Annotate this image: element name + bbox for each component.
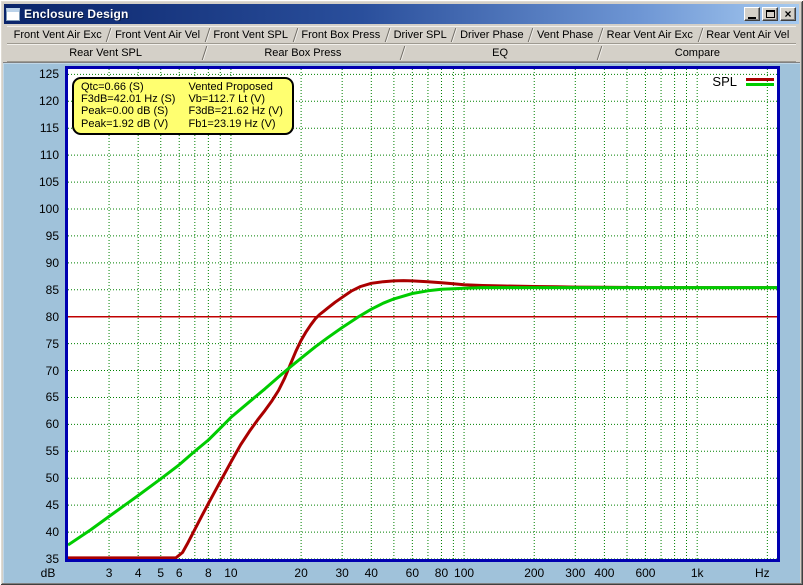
window-title: Enclosure Design (24, 7, 740, 21)
y-tick-110: 110 (40, 148, 59, 162)
annotation-line: Peak=0.00 dB (S) (81, 105, 175, 117)
y-axis-labels: 125 120 115 110 105 100 95 90 85 80 75 70 65 60 55 50 45… (3, 63, 61, 584)
close-button[interactable]: × (780, 7, 796, 21)
annotation-line: F3dB=42.01 Hz (S) (81, 93, 175, 105)
annotation-line: Peak=1.92 dB (V) (81, 118, 175, 130)
y-tick-85: 85 (46, 283, 59, 297)
y-tick-80: 80 (46, 310, 59, 324)
graph-tab-strip: Front Vent Air ExcFront Vent Air VelFron… (3, 26, 800, 62)
tab-front-box-press[interactable]: Front Box Press (295, 26, 387, 44)
x-tick-1k: 1k (691, 566, 704, 580)
x-tick-6: 6 (176, 566, 183, 580)
spl-chart-plot: SPL Qtc=0.66 (S)F3dB=42.01 Hz (S)Peak=0.… (65, 66, 780, 562)
maximize-icon (766, 10, 775, 18)
x-axis-unit: Hz (755, 566, 770, 580)
tab-row-1: Front Vent Air ExcFront Vent Air VelFron… (3, 26, 800, 44)
annotation-line: Vb=112.7 Lt (V) (188, 93, 282, 105)
minimize-button[interactable] (744, 7, 760, 21)
x-tick-60: 60 (406, 566, 419, 580)
curve-sealed-s- (68, 288, 777, 545)
titlebar[interactable]: Enclosure Design × (4, 4, 799, 24)
tab-front-vent-air-vel[interactable]: Front Vent Air Vel (108, 26, 206, 44)
window-icon (6, 8, 20, 21)
x-tick-4: 4 (135, 566, 142, 580)
y-axis-unit: dB (35, 566, 61, 580)
chart-canvas (68, 69, 777, 559)
close-icon: × (784, 9, 791, 19)
annotation-column-1: Qtc=0.66 (S)F3dB=42.01 Hz (S)Peak=0.00 d… (81, 81, 175, 130)
parameters-annotation-box: Qtc=0.66 (S)F3dB=42.01 Hz (S)Peak=0.00 d… (72, 77, 294, 135)
tab-row-2: Rear Vent SPLRear Box PressEQCompare (3, 44, 800, 62)
tab-rear-vent-air-exc[interactable]: Rear Vent Air Exc (600, 26, 700, 44)
x-tick-100: 100 (454, 566, 474, 580)
tab-front-vent-air-exc[interactable]: Front Vent Air Exc (7, 26, 108, 44)
annotation-line: Fb1=23.19 Hz (V) (188, 118, 282, 130)
tab-compare[interactable]: Compare (599, 44, 796, 62)
y-tick-95: 95 (46, 229, 59, 243)
y-tick-90: 90 (46, 256, 59, 270)
chart-legend: SPL (712, 75, 774, 89)
y-tick-60: 60 (46, 417, 59, 431)
legend-label: SPL (712, 75, 737, 89)
annotation-line: F3dB=21.62 Hz (V) (188, 105, 282, 117)
y-tick-75: 75 (46, 337, 59, 351)
y-tick-35: 35 (46, 552, 59, 566)
enclosure-design-window: Enclosure Design × Front Vent Air ExcFro… (0, 0, 803, 585)
y-tick-125: 125 (39, 67, 59, 81)
x-tick-20: 20 (294, 566, 307, 580)
y-tick-100: 100 (39, 202, 59, 216)
x-tick-80: 80 (435, 566, 448, 580)
y-tick-40: 40 (46, 525, 59, 539)
tab-vent-phase[interactable]: Vent Phase (530, 26, 600, 44)
annotation-column-2: Vented ProposedVb=112.7 Lt (V)F3dB=21.62… (188, 81, 282, 130)
x-tick-10: 10 (224, 566, 237, 580)
tab-rear-vent-air-vel[interactable]: Rear Vent Air Vel (700, 26, 797, 44)
x-tick-400: 400 (594, 566, 614, 580)
y-tick-65: 65 (46, 390, 59, 404)
x-tick-8: 8 (205, 566, 212, 580)
annotation-line: Vented Proposed (188, 81, 282, 93)
tab-driver-phase[interactable]: Driver Phase (453, 26, 530, 44)
y-tick-120: 120 (39, 94, 59, 108)
y-tick-45: 45 (46, 498, 59, 512)
chart-client-area: SPL Qtc=0.66 (S)F3dB=42.01 Hz (S)Peak=0.… (3, 62, 800, 583)
x-tick-40: 40 (365, 566, 378, 580)
y-tick-115: 115 (40, 121, 59, 135)
tab-eq[interactable]: EQ (402, 44, 599, 62)
tab-rear-box-press[interactable]: Rear Box Press (204, 44, 401, 62)
x-tick-5: 5 (157, 566, 164, 580)
minimize-icon (748, 17, 756, 19)
y-tick-55: 55 (46, 444, 59, 458)
x-tick-200: 200 (524, 566, 544, 580)
legend-swatch-vented (746, 78, 774, 81)
y-tick-70: 70 (46, 364, 59, 378)
x-tick-600: 600 (635, 566, 655, 580)
maximize-button[interactable] (762, 7, 778, 21)
x-tick-30: 30 (335, 566, 348, 580)
curve-vented-v- (68, 281, 777, 558)
y-tick-50: 50 (46, 471, 59, 485)
tab-front-vent-spl[interactable]: Front Vent SPL (207, 26, 295, 44)
legend-swatch-sealed (746, 83, 774, 86)
window-controls: × (744, 7, 797, 21)
tab-driver-spl[interactable]: Driver SPL (387, 26, 454, 44)
annotation-line: Qtc=0.66 (S) (81, 81, 175, 93)
legend-swatches (746, 78, 774, 86)
y-tick-105: 105 (39, 175, 59, 189)
x-tick-300: 300 (565, 566, 585, 580)
tab-rear-vent-spl[interactable]: Rear Vent SPL (7, 44, 204, 62)
x-tick-3: 3 (106, 566, 113, 580)
